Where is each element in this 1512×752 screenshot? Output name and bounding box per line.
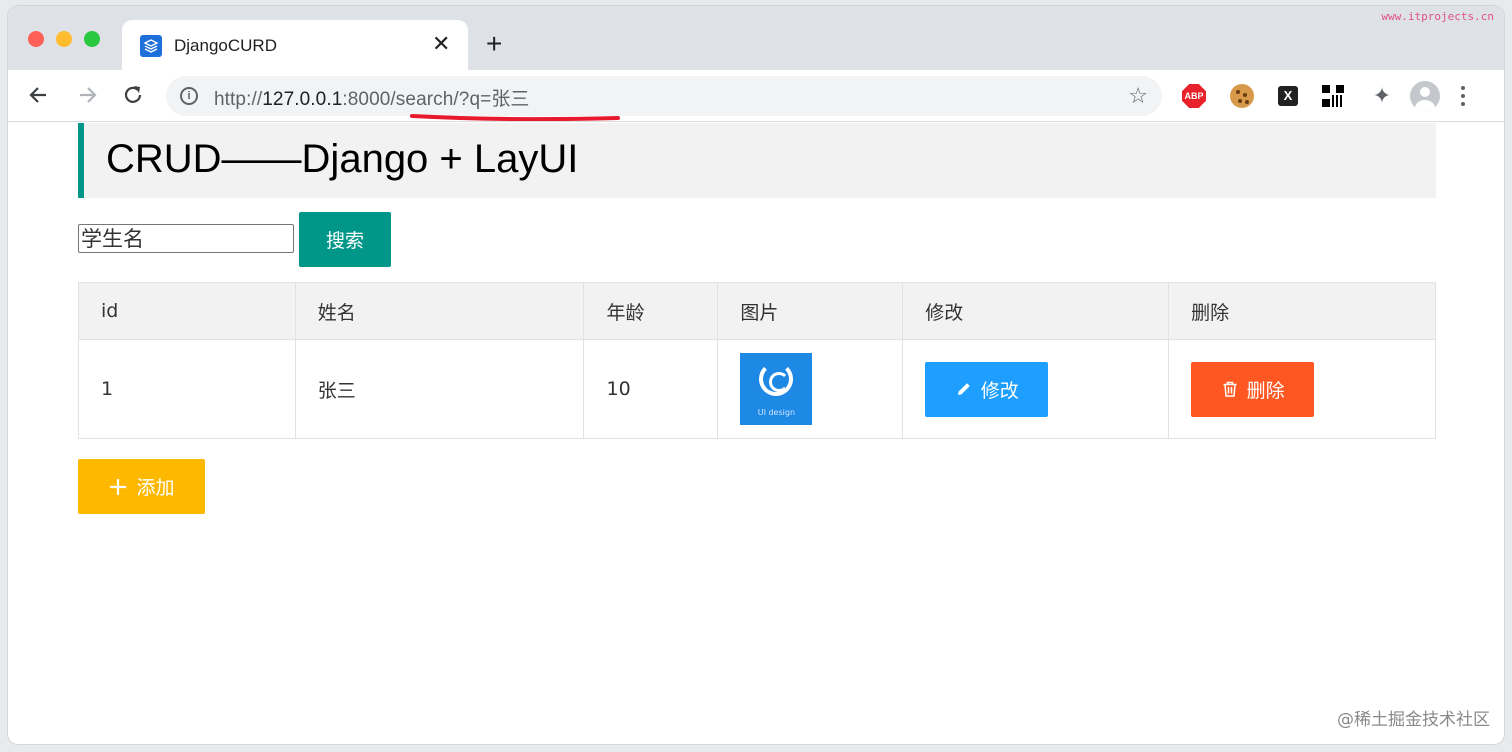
reload-icon[interactable] [120, 82, 146, 108]
tab-title: DjangoCURD [174, 36, 277, 55]
menu-kebab-icon[interactable] [1460, 84, 1466, 108]
trash-icon [1223, 381, 1237, 397]
tab-djangocurd[interactable]: DjangoCURD ✕ [122, 20, 468, 70]
cell-image: UI design [717, 339, 904, 439]
page-header: CRUD——Django + LayUI [78, 123, 1436, 198]
header-id: id [78, 282, 296, 340]
cell-delete: 删除 [1168, 339, 1436, 439]
url-annotation-underline [410, 114, 620, 121]
add-button[interactable]: 添加 [78, 459, 205, 514]
header-name: 姓名 [294, 282, 585, 340]
minimize-window-button[interactable] [56, 31, 72, 47]
tab-strip: DjangoCURD ✕ + www.itprojects.cn [8, 6, 1504, 70]
photo-caption: UI design [757, 408, 796, 417]
info-icon[interactable]: i [180, 87, 198, 105]
student-name-search-input[interactable] [78, 224, 294, 253]
adblock-icon[interactable]: ABP [1182, 84, 1206, 108]
header-edit: 修改 [902, 282, 1170, 340]
page-title: CRUD——Django + LayUI [106, 137, 579, 181]
logo-ring-icon [759, 362, 794, 396]
address-bar[interactable]: i http://127.0.0.1:8000/search/?q=张三 ☆ [166, 76, 1162, 121]
header-delete: 删除 [1168, 282, 1436, 340]
edit-label: 修改 [980, 379, 1019, 402]
watermark-top: www.itprojects.cn [1381, 10, 1494, 23]
profile-avatar[interactable] [1410, 81, 1440, 111]
forward-icon[interactable] [74, 82, 100, 108]
close-icon[interactable]: ✕ [432, 32, 450, 56]
header-age: 年龄 [583, 282, 719, 340]
plus-icon [110, 478, 127, 495]
new-tab-button[interactable]: + [486, 30, 502, 58]
cell-edit: 修改 [902, 339, 1170, 439]
header-image: 图片 [717, 282, 904, 340]
cell-age: 10 [583, 339, 719, 439]
delete-button[interactable]: 删除 [1191, 361, 1315, 417]
back-icon[interactable] [26, 82, 52, 108]
table-header-row: id 姓名 年龄 图片 修改 删除 [78, 282, 1436, 340]
browser-toolbar: i http://127.0.0.1:8000/search/?q=张三 ☆ A… [8, 70, 1504, 122]
bookmark-star-icon[interactable]: ☆ [1128, 84, 1148, 108]
x-extension-icon[interactable]: X [1278, 86, 1298, 106]
pencil-icon [957, 383, 970, 395]
add-label: 添加 [136, 477, 175, 499]
student-photo: UI design [740, 353, 813, 425]
cookie-icon[interactable] [1230, 84, 1254, 108]
edit-button[interactable]: 修改 [925, 361, 1049, 417]
page-content: CRUD——Django + LayUI 搜索 id 姓名 年龄 图片 修改 删… [8, 123, 1504, 744]
watermark-bottom: @稀土掘金技术社区 [1337, 710, 1490, 730]
cell-name: 张三 [294, 339, 585, 439]
table-row: 1 张三 10 UI design 修改 删除 [78, 339, 1436, 439]
close-window-button[interactable] [28, 31, 44, 47]
browser-window: DjangoCURD ✕ + www.itprojects.cn i http:… [8, 6, 1504, 744]
maximize-window-button[interactable] [84, 31, 100, 47]
layer-icon [140, 35, 162, 57]
qr-code-icon[interactable] [1322, 85, 1344, 107]
delete-label: 删除 [1246, 379, 1285, 402]
url-text[interactable]: http://127.0.0.1:8000/search/?q=张三 [214, 84, 530, 111]
student-table: id 姓名 年龄 图片 修改 删除 1 张三 10 UI design 修改 删… [78, 282, 1436, 439]
extensions-puzzle-icon[interactable]: ✦ [1370, 84, 1394, 108]
cell-id: 1 [78, 339, 296, 439]
search-button[interactable]: 搜索 [299, 212, 391, 267]
